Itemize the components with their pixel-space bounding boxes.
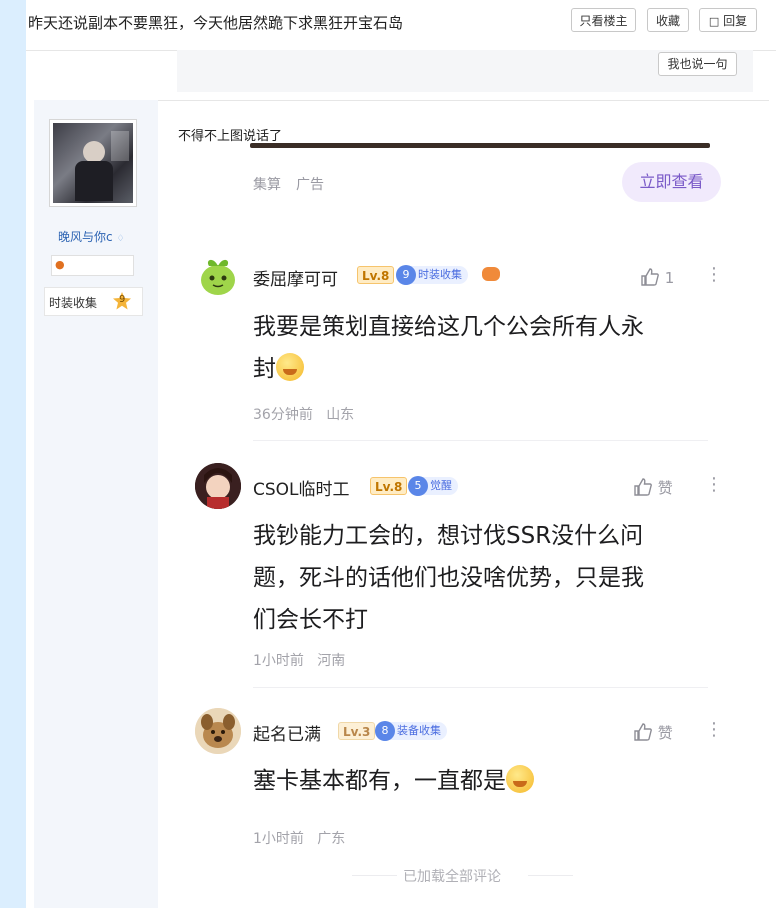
comment-line: 封 [253, 348, 723, 390]
comment-location: 山东 [326, 407, 355, 423]
reply-button[interactable]: □ 回复 [699, 8, 757, 32]
emoji-icon [506, 765, 534, 793]
comment-time: 1小时前 [253, 831, 304, 847]
medal-number: 9 [396, 265, 416, 285]
reply-button-label: 回复 [723, 14, 748, 28]
medal-badge: 9 时装收集 [396, 265, 468, 285]
commenter-avatar[interactable] [195, 254, 241, 300]
more-options-icon[interactable]: ⋮ [705, 264, 723, 285]
medal-label: 时装收集 [418, 268, 462, 281]
more-options-icon[interactable]: ⋮ [705, 474, 723, 495]
collection-badge-label: 时装收集 [49, 296, 98, 310]
level-badge: Lv.8 [357, 266, 395, 284]
comment-meta: 1小时前 广东 [253, 828, 345, 848]
thumbs-up-icon [640, 268, 665, 287]
ad-label: 广告 [296, 177, 324, 193]
comment-line-text: 封 [253, 356, 276, 382]
medal-badge: 5 觉醒 [408, 476, 458, 496]
like-button[interactable]: 1 [640, 267, 674, 287]
ad-view-button[interactable]: 立即查看 [622, 162, 721, 202]
star-badge-icon: 9 [112, 291, 132, 311]
commenter-name[interactable]: 委屈摩可可 [253, 265, 338, 290]
comment-text: 我要是策划直接给这几个公会所有人永 封 [253, 306, 723, 390]
commenter-avatar[interactable] [195, 708, 241, 754]
post-caption: 不得不上图说话了 [178, 129, 283, 144]
medal-badge: 8 装备收集 [375, 721, 447, 741]
reply-icon: □ [708, 15, 720, 28]
comment-divider [253, 687, 708, 688]
left-sidebar-strip [0, 0, 26, 908]
medal-label: 装备收集 [397, 724, 441, 737]
medal-label: 觉醒 [430, 479, 452, 492]
all-loaded-text: 已加载全部评论 [403, 869, 501, 885]
comment-line: 我要是策划直接给这几个公会所有人永 [253, 314, 644, 340]
comment-time: 1小时前 [253, 653, 304, 669]
like-button[interactable]: 赞 [633, 722, 673, 743]
comment-divider [253, 440, 708, 441]
thumbs-up-icon [633, 723, 658, 742]
comment-line: 题，死斗的话他们也没啥优势，只是我 [253, 565, 644, 591]
say-something-button[interactable]: 我也说一句 [658, 52, 737, 76]
comment-location: 河南 [317, 653, 346, 669]
medal-number: 5 [408, 476, 428, 496]
footer-divider-left [352, 875, 397, 876]
post-image-strip [250, 143, 710, 148]
comment-line-text: 塞卡基本都有，一直都是 [253, 768, 506, 794]
poster-avatar[interactable] [49, 119, 137, 207]
like-label: 赞 [657, 724, 673, 742]
like-count: 1 [664, 269, 675, 287]
comment-text: 塞卡基本都有，一直都是 [253, 760, 723, 802]
comment-meta: 1小时前 河南 [253, 650, 345, 670]
gamepad-icon: ● [55, 258, 65, 271]
gamepad-icon [482, 267, 500, 281]
medal-number: 8 [375, 721, 395, 741]
comment-time: 36分钟前 [253, 407, 313, 423]
comment-line: 们会长不打 [253, 607, 368, 633]
emoji-icon [276, 353, 304, 381]
comment-location: 广东 [317, 831, 346, 847]
comment-meta: 36分钟前 山东 [253, 404, 354, 424]
thumbs-up-icon [633, 478, 658, 497]
poster-username-text: 晚风与你c [58, 230, 113, 244]
commenter-avatar[interactable] [195, 463, 241, 509]
gender-icon: ♢ [116, 234, 125, 244]
like-label: 赞 [657, 479, 673, 497]
ad-source: 集算 [253, 177, 281, 193]
commenter-name[interactable]: 起名已满 [253, 720, 321, 745]
thread-title: 昨天还说副本不要黑狂，今天他居然跪下求黑狂开宝石岛 [28, 14, 404, 32]
like-button[interactable]: 赞 [633, 477, 673, 498]
more-options-icon[interactable]: ⋮ [705, 719, 723, 740]
badge-level: 9 [119, 294, 126, 305]
comment-line: 塞卡基本都有，一直都是 [253, 760, 723, 802]
comment-line: 我钞能力工会的，想讨伐SSR没什么问 [253, 523, 644, 549]
poster-username[interactable]: 晚风与你c ♢ [58, 228, 125, 245]
level-badge: Lv.8 [370, 477, 408, 495]
only-op-button[interactable]: 只看楼主 [571, 8, 636, 32]
level-badge: Lv.3 [338, 722, 376, 740]
collection-badge[interactable]: 时装收集 9 [44, 287, 143, 316]
comment-text: 我钞能力工会的，想讨伐SSR没什么问 题，死斗的话他们也没啥优势，只是我 们会长… [253, 515, 723, 641]
thread-topbar: 昨天还说副本不要黑狂，今天他居然跪下求黑狂开宝石岛 只看楼主 收藏 □ 回复 [26, 0, 776, 51]
commenter-name[interactable]: CSOL临时工 [253, 475, 350, 500]
game-badge[interactable]: ● [51, 255, 134, 276]
footer-divider-right [528, 875, 573, 876]
poster-sidebar [34, 100, 158, 908]
favorite-button[interactable]: 收藏 [647, 8, 689, 32]
